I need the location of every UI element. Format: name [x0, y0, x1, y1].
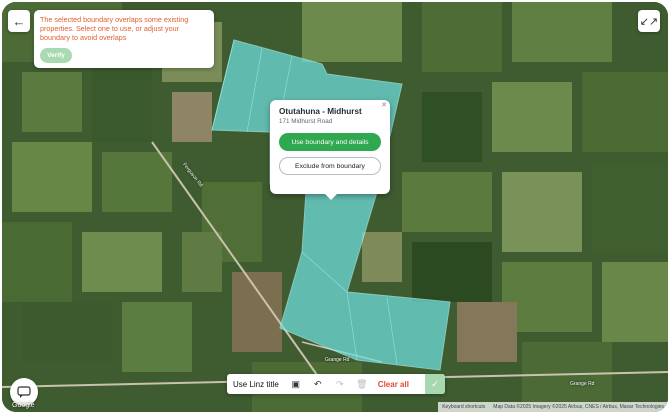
- property-address: 171 Midhurst Road: [279, 118, 333, 125]
- polygon-edit-icon[interactable]: ▣: [285, 379, 307, 390]
- use-boundary-button[interactable]: Use boundary and details: [279, 133, 381, 151]
- redo-icon[interactable]: ↷: [329, 379, 351, 390]
- trash-icon[interactable]: 🗑: [351, 379, 373, 390]
- verify-button[interactable]: Verify: [40, 48, 72, 63]
- clear-all-button[interactable]: Clear all: [373, 380, 414, 389]
- chat-icon: [17, 386, 31, 398]
- arrow-left-icon: ←: [12, 13, 26, 29]
- drawing-toolbar: Use Linz title ▣ ↶ ↷ 🗑 Clear all ✓: [227, 374, 445, 394]
- check-icon[interactable]: ✓: [425, 374, 445, 394]
- use-linz-title-button[interactable]: Use Linz title: [227, 380, 285, 389]
- exclude-boundary-button[interactable]: Exclude from boundary: [279, 157, 381, 175]
- google-logo: Google: [12, 402, 35, 409]
- map-attribution: Keyboard shortcuts Map Data ©2025 Imager…: [438, 402, 668, 412]
- back-button[interactable]: ←: [8, 10, 30, 32]
- overlap-warning: The selected boundary overlaps some exis…: [34, 10, 214, 68]
- property-title: Otutahuna - Midhurst: [279, 107, 362, 116]
- warning-message: The selected boundary overlaps some exis…: [40, 15, 189, 42]
- collapse-icon: ↙↗: [639, 15, 659, 28]
- keyboard-shortcuts-link[interactable]: Keyboard shortcuts: [442, 402, 485, 412]
- close-icon[interactable]: ✕: [381, 101, 387, 109]
- road-label: Grange Rd: [570, 381, 595, 387]
- map-data-text: Map Data ©2025 Imagery ©2025 Airbus, CNE…: [493, 404, 664, 410]
- property-popup: ✕ Otutahuna - Midhurst 171 Midhurst Road…: [270, 100, 390, 200]
- road-label: Grange Rd: [325, 357, 350, 363]
- map-frame: Ferguson Rd Grange Rd Grange Rd ← The se…: [2, 2, 668, 412]
- undo-icon[interactable]: ↶: [307, 379, 329, 390]
- collapse-button[interactable]: ↙↗: [638, 10, 660, 32]
